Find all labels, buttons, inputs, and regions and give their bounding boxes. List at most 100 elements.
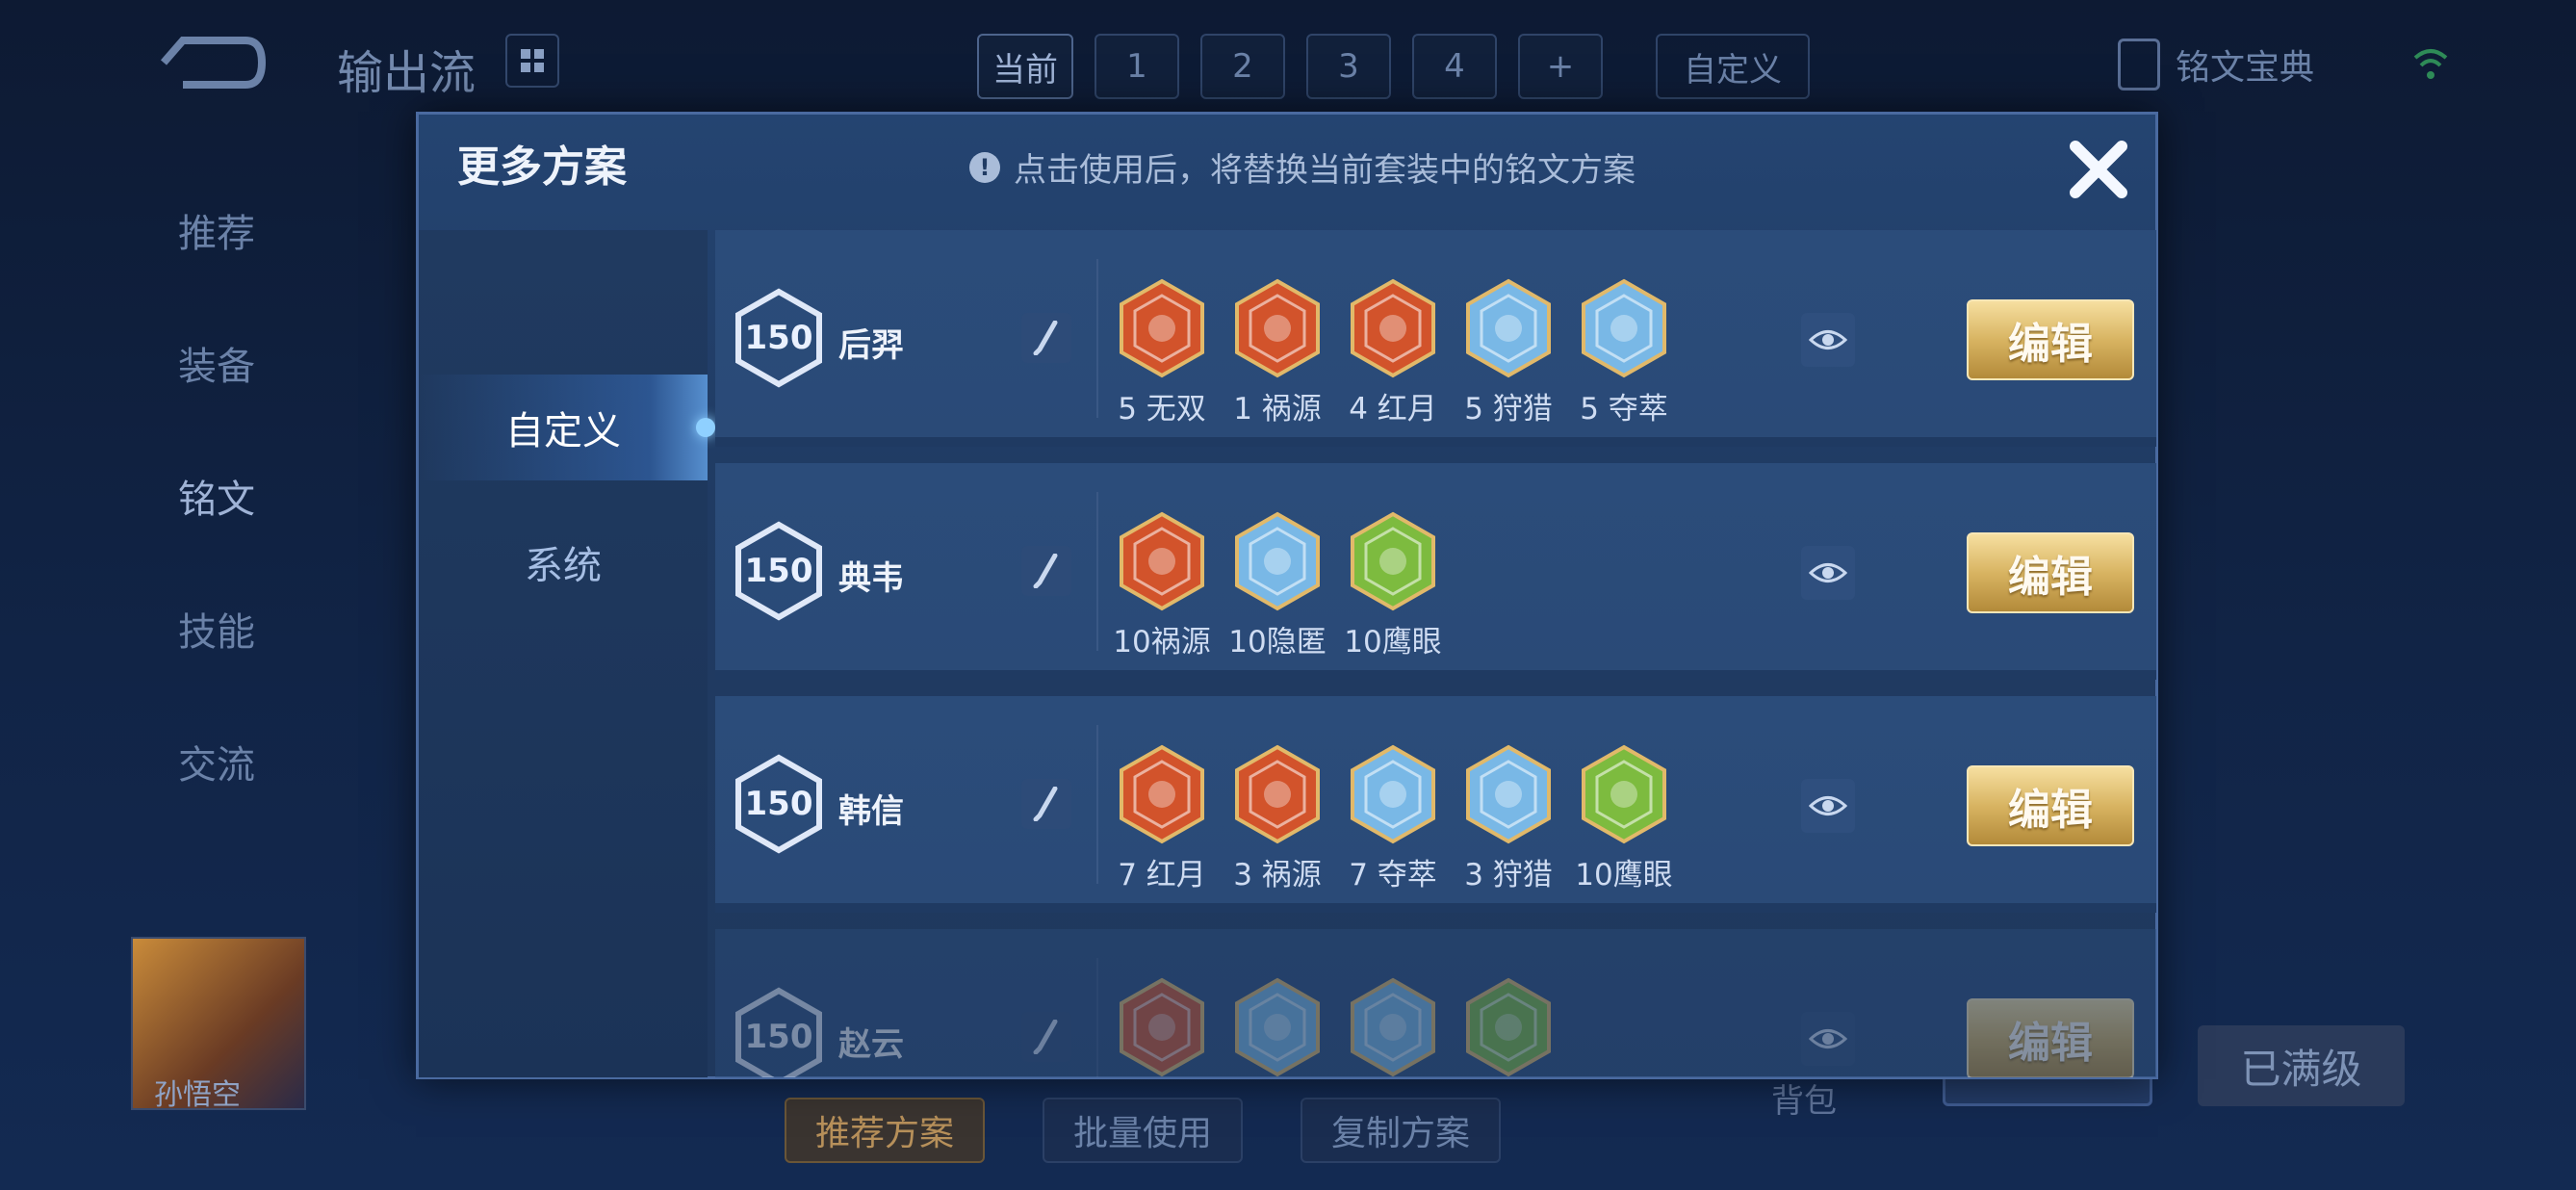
rune-label: 10鹰眼: [1344, 625, 1442, 660]
tab-custom[interactable]: 自定义: [419, 375, 715, 480]
back-icon[interactable]: [154, 29, 270, 96]
preview-button[interactable]: [1801, 779, 1855, 833]
level-number: 150: [744, 552, 813, 590]
rune-blue-icon: [1351, 744, 1435, 844]
rune-set: 5 无双 1 祸源 4 红月 5 狩猎 5 夺萃: [1118, 278, 1668, 427]
side-nav: 推荐 装备 铭文 技能 交流: [116, 164, 366, 828]
rune-set: 7 红月 3 祸源 7 夺萃 3 狩猎 10鹰眼: [1118, 744, 1673, 893]
rune-label: 3 狩猎: [1464, 858, 1553, 892]
nav-recommend[interactable]: 推荐: [116, 164, 366, 297]
edit-button[interactable]: 编辑: [1967, 532, 2134, 613]
rune-item[interactable]: 7 红月: [1118, 744, 1206, 893]
book-icon: [2118, 39, 2160, 91]
rune-red-icon: [1120, 977, 1204, 1077]
plan-hero-name: 赵云: [838, 1025, 904, 1064]
bag-label[interactable]: 背包: [1771, 1074, 1837, 1122]
rune-label: 7 夺萃: [1349, 858, 1437, 892]
plan-hero-name: 韩信: [838, 792, 904, 831]
rune-label: 5 狩猎: [1464, 392, 1553, 427]
tab-4[interactable]: 4: [1412, 34, 1497, 99]
recommend-plan-button[interactable]: 推荐方案: [785, 1098, 986, 1163]
rune-item[interactable]: 3 狩猎: [1464, 744, 1553, 893]
tab-current[interactable]: 当前: [977, 34, 1073, 99]
wifi-icon: [2413, 49, 2448, 79]
nav-skills[interactable]: 技能: [116, 562, 366, 695]
rune-item[interactable]: 5 夺萃: [1580, 278, 1668, 427]
more-plans-dialog: 更多方案 ! 点击使用后，将替换当前套装中的铭文方案 自定义 系统 150 后羿 5…: [416, 112, 2158, 1079]
plan-row[interactable]: 150 韩信 7 红月 3 祸源 7 夺萃 3 狩猎 10鹰眼 编辑: [715, 696, 2156, 913]
pen-icon: [1033, 554, 1058, 588]
rune-label: 10隐匿: [1228, 625, 1327, 660]
rune-blue-icon: [1466, 278, 1551, 378]
rune-blue-icon: [1466, 744, 1551, 844]
dialog-title: 更多方案: [457, 142, 627, 192]
eye-icon: [1809, 563, 1847, 582]
rune-label: 4 红月: [1349, 392, 1437, 427]
rune-label: 5 无双: [1118, 392, 1206, 427]
custom-button[interactable]: 自定义: [1656, 34, 1810, 99]
plan-row[interactable]: 150 赵云 编辑: [715, 929, 2156, 1077]
batch-use-button[interactable]: 批量使用: [1043, 1098, 1244, 1163]
grid-icon[interactable]: [505, 34, 559, 88]
nav-equipment[interactable]: 装备: [116, 297, 366, 429]
rune-set: 10祸源 10隐匿 10鹰眼: [1113, 511, 1442, 660]
rune-item[interactable]: 3 祸源: [1233, 744, 1322, 893]
rune-red-icon: [1235, 278, 1320, 378]
preview-button[interactable]: [1801, 546, 1855, 600]
pen-icon: [1033, 321, 1058, 355]
rename-button[interactable]: [1021, 546, 1071, 596]
rune-item[interactable]: 10鹰眼: [1575, 744, 1673, 893]
rune-item[interactable]: 7 夺萃: [1349, 744, 1437, 893]
rename-button[interactable]: [1021, 313, 1071, 363]
rune-blue-icon: [1235, 977, 1320, 1077]
rune-book-button[interactable]: 铭文宝典: [2118, 39, 2314, 91]
rune-blue-icon: [1235, 511, 1320, 611]
rune-label: 7 红月: [1118, 858, 1206, 892]
rune-item[interactable]: [1233, 977, 1322, 1077]
rune-item[interactable]: [1464, 977, 1553, 1077]
edit-button[interactable]: 编辑: [1967, 998, 2134, 1077]
tab-2[interactable]: 2: [1200, 34, 1285, 99]
close-icon: [2070, 141, 2127, 198]
close-button[interactable]: [2055, 126, 2142, 213]
rune-item[interactable]: 5 狩猎: [1464, 278, 1553, 427]
plan-list: 150 后羿 5 无双 1 祸源 4 红月 5 狩猎 5 夺萃 编辑 150 典韦 10祸源 10隐匿…: [715, 230, 2156, 1077]
plan-row[interactable]: 150 后羿 5 无双 1 祸源 4 红月 5 狩猎 5 夺萃 编辑: [715, 230, 2156, 447]
preview-button[interactable]: [1801, 313, 1855, 367]
eye-icon: [1809, 330, 1847, 349]
rune-item[interactable]: 10隐匿: [1228, 511, 1327, 660]
nav-runes[interactable]: 铭文: [116, 429, 366, 562]
maxed-button[interactable]: 已满级: [2198, 1025, 2405, 1106]
rune-green-icon: [1351, 511, 1435, 611]
rune-green-icon: [1466, 977, 1551, 1077]
tab-add[interactable]: +: [1518, 34, 1603, 99]
tab-1[interactable]: 1: [1095, 34, 1179, 99]
tab-system[interactable]: 系统: [419, 509, 708, 615]
preview-button[interactable]: [1801, 1012, 1855, 1066]
edit-button[interactable]: 编辑: [1967, 299, 2134, 380]
rune-item[interactable]: 1 祸源: [1233, 278, 1322, 427]
rename-button[interactable]: [1021, 779, 1071, 829]
top-bar: 输出流 当前 1 2 3 4 + 自定义 铭文宝典: [0, 0, 2576, 125]
plan-row[interactable]: 150 典韦 10祸源 10隐匿 10鹰眼 编辑: [715, 463, 2156, 680]
eye-icon: [1809, 796, 1847, 815]
rune-red-icon: [1235, 744, 1320, 844]
rune-red-icon: [1120, 278, 1204, 378]
rune-book-label: 铭文宝典: [2176, 48, 2315, 88]
plan-tabs: 当前 1 2 3 4 +: [977, 34, 1603, 99]
rune-item[interactable]: 4 红月: [1349, 278, 1437, 427]
rune-item[interactable]: [1349, 977, 1437, 1077]
rune-item[interactable]: 10祸源: [1113, 511, 1211, 660]
rune-item[interactable]: [1118, 977, 1206, 1077]
copy-plan-button[interactable]: 复制方案: [1301, 1098, 1502, 1163]
tab-3[interactable]: 3: [1306, 34, 1391, 99]
rename-button[interactable]: [1021, 1012, 1071, 1062]
divider: [1096, 725, 1098, 884]
rune-item[interactable]: 5 无双: [1118, 278, 1206, 427]
rune-label: 10鹰眼: [1575, 858, 1673, 892]
rune-item[interactable]: 10鹰眼: [1344, 511, 1442, 660]
nav-community[interactable]: 交流: [116, 695, 366, 828]
hint-text: 点击使用后，将替换当前套装中的铭文方案: [1014, 151, 1636, 190]
edit-button[interactable]: 编辑: [1967, 765, 2134, 846]
bottom-actions: 推荐方案 批量使用 复制方案: [785, 1098, 1502, 1163]
